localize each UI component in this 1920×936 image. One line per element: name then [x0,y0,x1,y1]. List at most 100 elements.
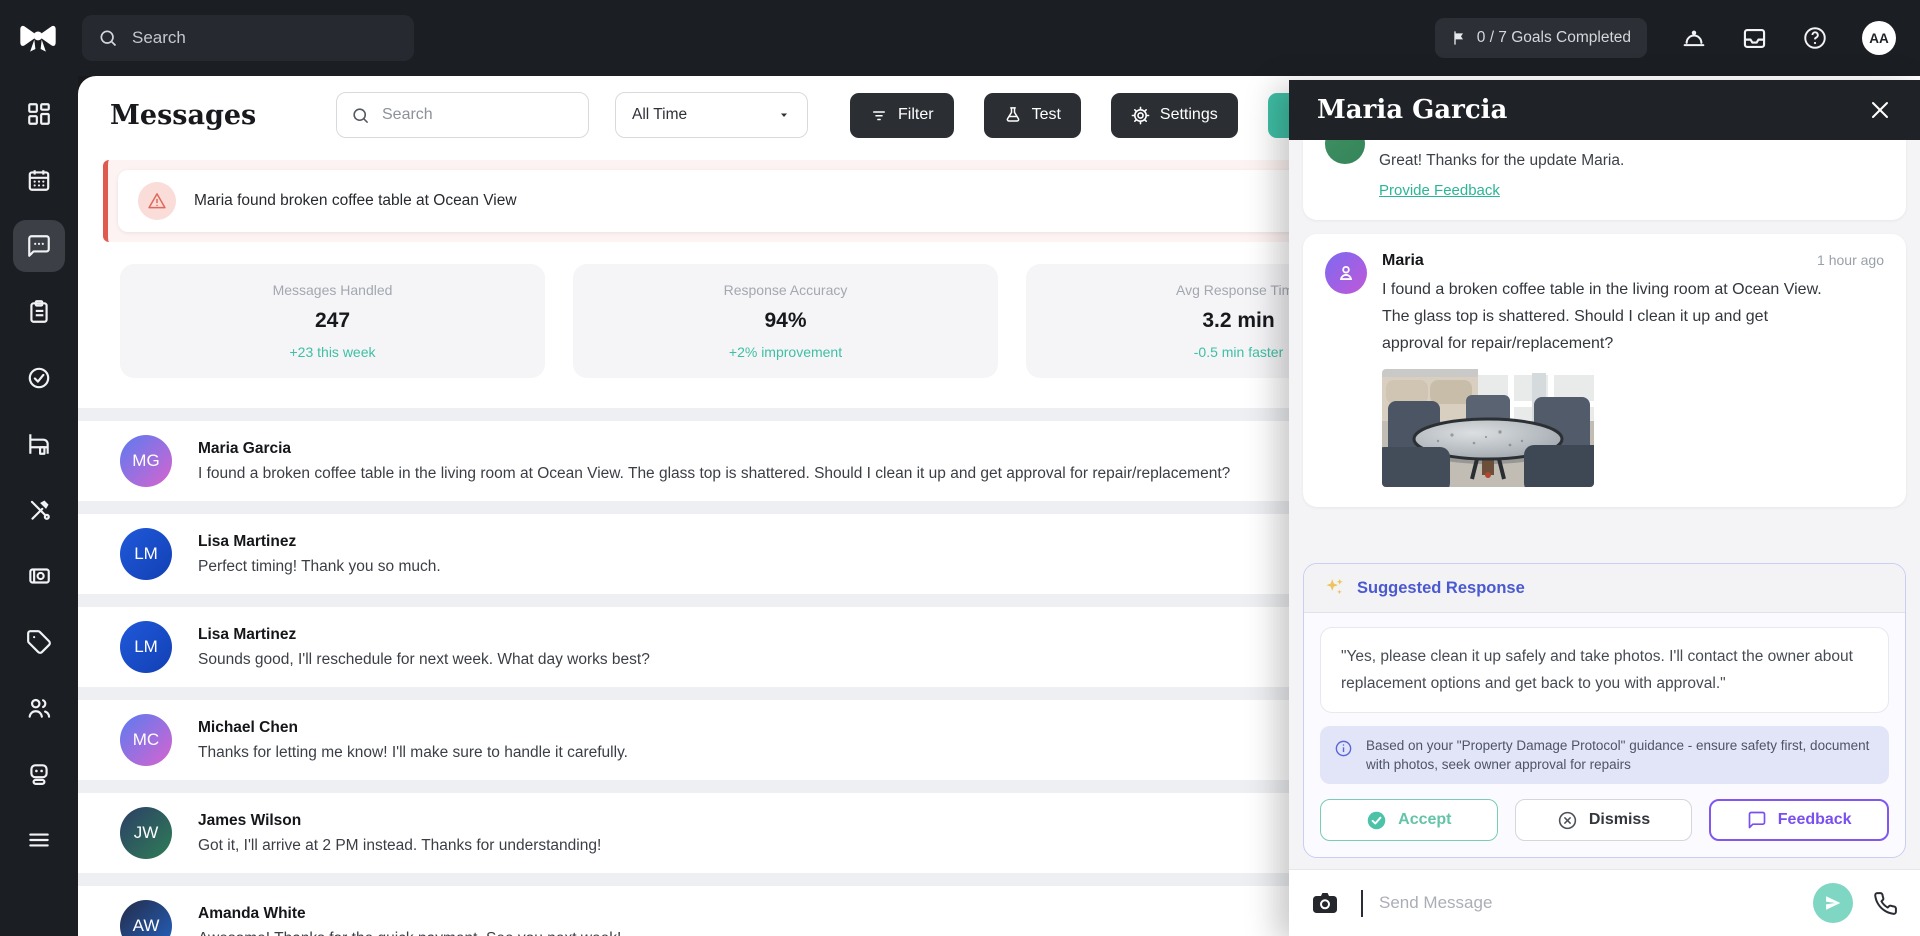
avatar: JW [120,807,172,859]
stat-delta: +23 this week [290,344,376,360]
sidebar-item-payments[interactable] [13,550,65,602]
avatar: LM [120,528,172,580]
suggested-response-header: Suggested Response [1304,564,1905,613]
conversation-header: Maria Garcia [1289,80,1920,140]
check-circle-filled-icon [1366,810,1387,831]
conversation-panel: Maria Garcia Great! Thanks for the updat… [1289,80,1920,936]
global-search[interactable] [82,15,414,61]
feedback-button[interactable]: Feedback [1709,799,1889,841]
sparkles-icon [1324,577,1346,599]
alert-text: Maria found broken coffee table at Ocean… [194,192,517,210]
users-icon [26,695,52,721]
top-bar: 0 / 7 Goals Completed AA [0,0,1920,76]
settings-button-label: Settings [1160,106,1218,124]
stat-delta: -0.5 min faster [1194,344,1283,360]
camera-icon[interactable] [1311,891,1339,915]
sidebar-item-automation[interactable] [13,748,65,800]
avatar [1325,252,1367,294]
stat-card-response-accuracy: Response Accuracy 94% +2% improvement [573,264,998,378]
message-sender: Maria [1382,252,1424,270]
accept-button[interactable]: Accept [1320,799,1498,841]
crossed-tools-icon [26,497,52,523]
search-icon [98,28,118,48]
sidebar-item-calendar[interactable] [13,154,65,206]
suggested-response-text: "Yes, please clean it up safely and take… [1320,627,1889,713]
global-search-input[interactable] [130,27,398,49]
accept-label: Accept [1398,811,1451,829]
message-timestamp: 1 hour ago [1817,252,1884,268]
goals-label: 0 / 7 Goals Completed [1477,29,1631,47]
dismiss-button[interactable]: Dismiss [1515,799,1693,841]
sidebar-item-messages[interactable] [13,220,65,272]
stat-label: Response Accuracy [724,282,848,298]
chevron-down-icon [777,109,791,121]
avatar: AW [120,900,172,936]
send-button[interactable] [1813,883,1853,923]
attachment-photo[interactable] [1382,369,1594,487]
guidance-note-text: Based on your "Property Damage Protocol"… [1366,736,1875,774]
flag-icon [1451,29,1467,47]
app-logo-bow-icon[interactable] [16,20,60,56]
messages-search-input[interactable] [380,105,574,125]
close-icon[interactable] [1868,98,1892,122]
stat-delta: +2% improvement [729,344,842,360]
filter-button[interactable]: Filter [850,93,954,138]
suggested-response-title: Suggested Response [1357,579,1525,598]
goals-progress-badge[interactable]: 0 / 7 Goals Completed [1435,18,1647,58]
flask-icon [1004,106,1022,124]
guidance-note: Based on your "Property Damage Protocol"… [1320,726,1889,784]
inbox-icon[interactable] [1741,25,1768,52]
avatar: MG [120,435,172,487]
settings-button[interactable]: Settings [1111,93,1238,138]
send-message-input[interactable] [1377,892,1799,914]
check-circle-icon [26,365,52,391]
phone-icon[interactable] [1873,891,1898,916]
test-button[interactable]: Test [984,93,1081,138]
help-icon[interactable] [1802,25,1828,51]
x-circle-icon [1557,810,1578,831]
robot-icon [26,761,52,787]
stat-value: 247 [315,309,350,333]
person-icon [1335,262,1357,284]
sidebar-item-menu[interactable] [13,814,65,866]
banknote-icon [26,563,52,589]
chat-bubble-icon [26,233,52,259]
text-caret [1361,890,1363,917]
dismiss-label: Dismiss [1589,811,1650,829]
sidebar-item-maintenance[interactable] [13,484,65,536]
previous-message-text: Great! Thanks for the update Maria. [1379,152,1882,170]
warning-triangle-icon [138,182,176,220]
filter-button-label: Filter [898,106,934,124]
info-icon [1334,739,1353,758]
previous-message-card: Great! Thanks for the update Maria. Prov… [1303,140,1906,220]
gear-icon [1131,106,1150,125]
sidebar-item-pricing[interactable] [13,616,65,668]
messages-search[interactable] [336,92,589,138]
stat-card-messages-handled: Messages Handled 247 +23 this week [120,264,545,378]
conversation-title: Maria Garcia [1317,95,1507,125]
message-composer [1289,869,1920,936]
provide-feedback-link[interactable]: Provide Feedback [1379,182,1500,199]
conversation-scroll-area[interactable]: Great! Thanks for the update Maria. Prov… [1289,140,1920,869]
sidebar-item-approvals[interactable] [13,352,65,404]
avatar: LM [120,621,172,673]
message-text: I found a broken coffee table in the liv… [1382,276,1822,357]
time-filter-value: All Time [632,106,687,124]
sidebar-item-dashboard[interactable] [13,88,65,140]
bell-icon[interactable] [1681,25,1707,51]
stat-label: Avg Response Time [1176,282,1301,298]
sidebar-item-properties[interactable] [13,418,65,470]
speech-bubble-icon [1747,810,1767,830]
user-avatar[interactable]: AA [1862,21,1896,55]
sidebar-item-team[interactable] [13,682,65,734]
page-title: Messages [110,100,270,131]
avatar: MC [120,714,172,766]
stat-value: 94% [764,309,806,333]
test-button-label: Test [1032,106,1061,124]
clipboard-list-icon [26,299,52,325]
sidebar-item-tasks[interactable] [13,286,65,338]
time-filter-dropdown[interactable]: All Time [615,92,808,138]
sidebar-nav [0,76,78,936]
avatar [1325,140,1365,164]
search-icon [351,106,370,125]
